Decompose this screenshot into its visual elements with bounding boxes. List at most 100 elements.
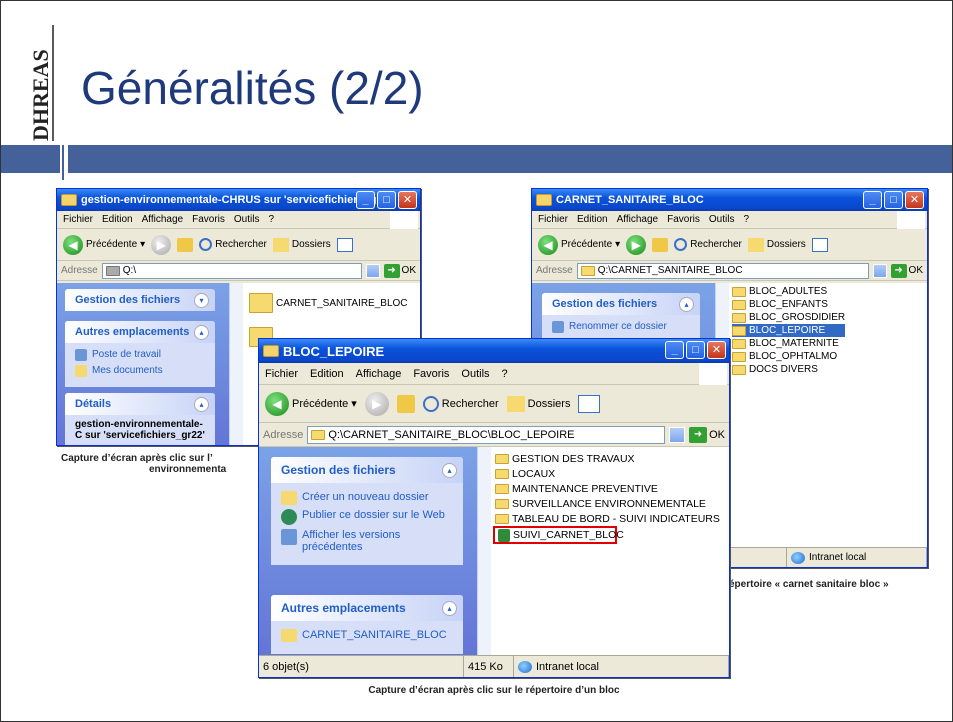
menu-favorites[interactable]: Favoris [413,368,449,380]
go-button[interactable]: ➜ OK [689,426,725,443]
go-button[interactable]: ➜ OK [383,263,416,278]
task-pane-scrollbar[interactable] [477,447,491,655]
menu-edit[interactable]: Edition [577,214,608,225]
up-folder-icon[interactable] [652,237,669,252]
list-item[interactable]: TABLEAU DE BORD - SUIVI INDICATEURS [495,511,720,526]
maximize-button[interactable]: □ [686,341,705,359]
search-button[interactable]: Rechercher [199,238,267,251]
close-button[interactable]: ✕ [707,341,726,359]
list-item[interactable]: CARNET_SANITAIRE_BLOC [249,291,408,315]
back-button[interactable]: ◀ Précédente ▾ [63,234,145,255]
card-header[interactable]: Gestion des fichiers ▴ [271,457,463,483]
list-item[interactable]: BLOC_GROSDIDIER [732,311,845,324]
views-icon[interactable] [811,237,828,252]
search-button[interactable]: Rechercher [674,238,742,251]
up-folder-icon[interactable] [177,237,194,252]
minimize-button[interactable]: _ [356,191,375,209]
menu-file[interactable]: Fichier [265,368,298,380]
list-item[interactable]: MAINTENANCE PREVENTIVE [495,481,720,496]
views-icon[interactable] [336,237,353,252]
card-title: Autres emplacements [281,601,406,615]
item-label: LOCAUX [512,467,556,480]
item-label: BLOC_ADULTES [749,286,828,297]
address-input[interactable]: Q:\ [101,262,362,279]
card-header[interactable]: Gestion des fichiers ▾ [65,289,215,311]
menu-tools[interactable]: Outils [234,214,260,225]
menu-tools[interactable]: Outils [461,368,489,380]
task-previous-versions[interactable]: Afficher les versions précédentes [281,529,453,553]
forward-button[interactable]: ▶ [364,391,389,416]
menu-tools[interactable]: Outils [709,214,735,225]
task-new-folder[interactable]: Créer un nouveau dossier [281,491,453,505]
list-item[interactable]: BLOC_MATERNITE [732,337,845,350]
address-dropdown[interactable] [872,263,887,278]
folders-button[interactable]: Dossiers [506,395,571,412]
window-titlebar[interactable]: CARNET_SANITAIRE_BLOC _ □ ✕ [532,189,927,211]
menu-edit[interactable]: Edition [102,214,133,225]
list-item[interactable]: BLOC_OPHTALMO [732,350,845,363]
card-header[interactable]: Autres emplacements ▴ [271,595,463,621]
views-icon[interactable] [578,394,601,413]
folder-icon [495,483,509,494]
list-item[interactable]: GESTION DES TRAVAUX [495,451,720,466]
address-input[interactable]: Q:\CARNET_SANITAIRE_BLOC\BLOC_LEPOIRE [307,425,666,444]
back-button[interactable]: ◀ Précédente ▾ [265,391,357,416]
minimize-button[interactable]: _ [665,341,684,359]
menu-view[interactable]: Affichage [617,214,659,225]
place-carnet[interactable]: CARNET_SANITAIRE_BLOC [281,629,453,642]
list-item[interactable]: SURVEILLANCE ENVIRONNEMENTALE [495,496,720,511]
title-band-left [1,145,60,173]
place-my-documents[interactable]: Mes documents [75,365,205,377]
caption-bottom: Capture d’écran après clic sur le répert… [258,685,730,696]
maximize-button[interactable]: □ [377,191,396,209]
menu-file[interactable]: Fichier [63,214,93,225]
maximize-button[interactable]: □ [884,191,903,209]
list-item[interactable]: BLOC_ADULTES [732,285,845,298]
window-titlebar[interactable]: BLOC_LEPOIRE _ □ ✕ [259,339,729,363]
menu-help[interactable]: ? [268,214,274,225]
list-item-file[interactable]: SUIVI_CARNET_BLOC [493,526,624,544]
item-label: BLOC_GROSDIDIER [749,312,846,323]
menu-view[interactable]: Affichage [356,368,402,380]
list-item[interactable]: BLOC_ENFANTS [732,298,845,311]
menu-view[interactable]: Affichage [142,214,184,225]
folders-button[interactable]: Dossiers [272,237,331,252]
search-button[interactable]: Rechercher [422,395,499,412]
folder-icon [732,286,746,297]
forward-button[interactable]: ▶ [151,234,172,255]
list-item[interactable]: LOCAUX [495,466,720,481]
menu-bar: Fichier Edition Affichage Favoris Outils… [532,211,927,229]
caption-bottom-text: Capture d’écran après clic sur le répert… [368,685,620,696]
folder-icon [732,312,746,323]
menu-file[interactable]: Fichier [538,214,568,225]
task-publish-web[interactable]: Publier ce dossier sur le Web [281,509,453,525]
card-header[interactable]: Gestion des fichiers ▴ [542,293,700,315]
address-dropdown[interactable] [669,426,686,443]
menu-edit[interactable]: Edition [310,368,344,380]
menu-favorites[interactable]: Favoris [667,214,700,225]
close-button[interactable]: ✕ [905,191,924,209]
up-folder-icon[interactable] [396,394,415,413]
chevron-up-icon: ▴ [194,396,209,412]
forward-button[interactable]: ▶ [626,234,647,255]
toolbar: ◀ Précédente ▾ ▶ Rechercher Dossiers [532,229,927,261]
task-rename[interactable]: Renommer ce dossier [552,321,690,333]
address-input[interactable]: Q:\CARNET_SANITAIRE_BLOC [576,262,869,279]
menu-favorites[interactable]: Favoris [192,214,225,225]
address-dropdown[interactable] [365,263,380,278]
close-button[interactable]: ✕ [398,191,417,209]
list-item-selected[interactable]: BLOC_LEPOIRE [732,324,846,337]
back-button[interactable]: ◀ Précédente ▾ [538,234,620,255]
menu-help[interactable]: ? [502,368,508,380]
place-my-computer[interactable]: Poste de travail [75,349,205,361]
list-item[interactable]: DOCS DIVERS [732,363,845,376]
window-titlebar[interactable]: gestion-environnementale-CHRUS sur 'serv… [57,189,420,211]
go-button[interactable]: ➜ OK [890,263,923,278]
folders-button[interactable]: Dossiers [747,237,806,252]
folders-label: Dossiers [527,397,571,410]
card-header[interactable]: Autres emplacements ▴ [65,321,215,343]
card-header[interactable]: Détails ▴ [65,393,215,415]
menu-help[interactable]: ? [743,214,749,225]
task-pane-scrollbar[interactable] [229,283,243,445]
minimize-button[interactable]: _ [863,191,882,209]
